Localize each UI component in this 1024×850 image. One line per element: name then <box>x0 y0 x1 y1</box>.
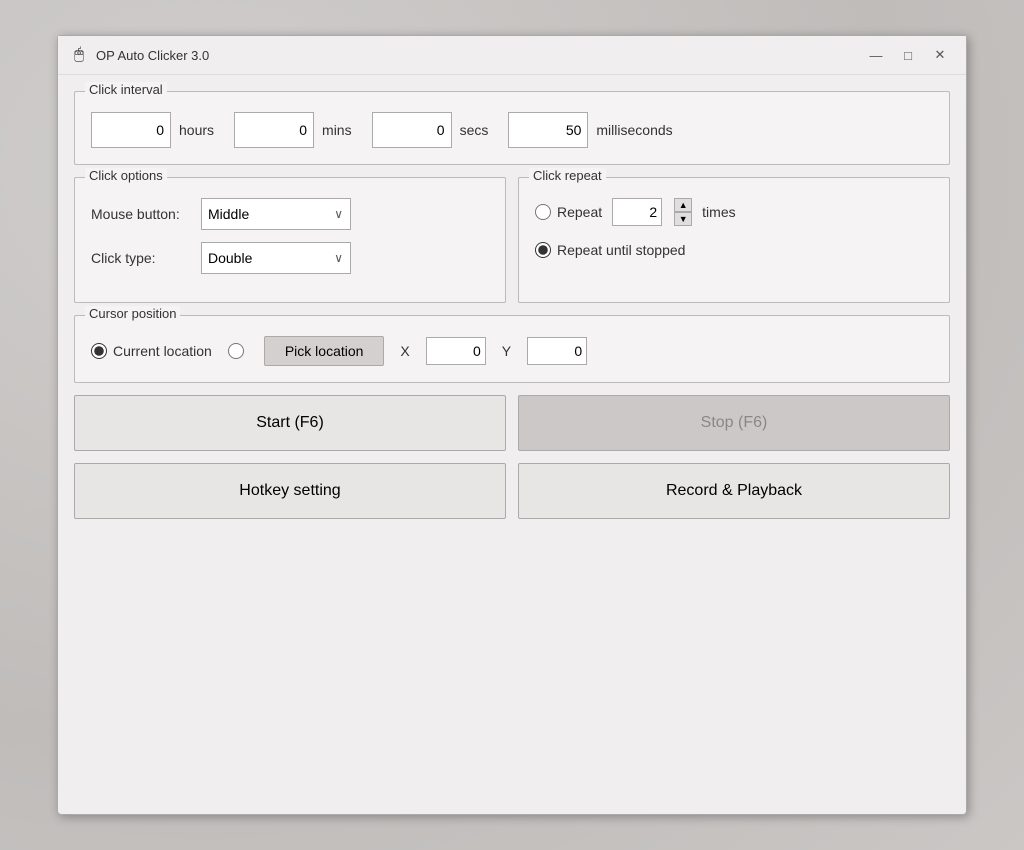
minimize-button[interactable]: — <box>862 44 890 66</box>
start-stop-row: Start (F6) Stop (F6) <box>74 395 950 451</box>
hotkey-record-row: Hotkey setting Record & Playback <box>74 463 950 519</box>
click-type-dropdown-wrapper: Single Double Triple <box>201 242 351 274</box>
spinner: ▲ ▼ <box>674 198 692 226</box>
x-label: X <box>400 343 409 359</box>
secs-label: secs <box>460 122 489 138</box>
stop-button[interactable]: Stop (F6) <box>518 395 950 451</box>
repeat-until-radio[interactable] <box>535 242 551 258</box>
click-type-select[interactable]: Single Double Triple <box>201 242 351 274</box>
repeat-radio[interactable] <box>535 204 551 220</box>
window-controls: — □ ✕ <box>862 44 954 66</box>
repeat-until-radio-label[interactable]: Repeat until stopped <box>535 242 685 258</box>
hours-label: hours <box>179 122 214 138</box>
repeat-until-row: Repeat until stopped <box>535 242 933 258</box>
times-input[interactable] <box>612 198 662 226</box>
window-title: OP Auto Clicker 3.0 <box>96 48 862 63</box>
spin-down-button[interactable]: ▼ <box>674 212 692 226</box>
click-interval-title: Click interval <box>85 82 167 97</box>
ms-label: milliseconds <box>596 122 672 138</box>
mins-input[interactable] <box>234 112 314 148</box>
maximize-button[interactable]: □ <box>894 44 922 66</box>
times-label: times <box>702 204 735 220</box>
main-window: 🖱 OP Auto Clicker 3.0 — □ ✕ Click interv… <box>57 35 967 815</box>
y-input[interactable] <box>527 337 587 365</box>
mouse-button-row: Mouse button: Left Middle Right <box>91 198 489 230</box>
mouse-button-label: Mouse button: <box>91 206 201 222</box>
x-input[interactable] <box>426 337 486 365</box>
mins-label: mins <box>322 122 352 138</box>
cursor-row: Current location Pick location X Y <box>91 336 933 366</box>
app-icon: 🖱 <box>70 46 88 64</box>
repeat-until-label: Repeat until stopped <box>557 242 685 258</box>
hours-input[interactable] <box>91 112 171 148</box>
repeat-label: Repeat <box>557 204 602 220</box>
options-repeat-row: Click options Mouse button: Left Middle … <box>74 177 950 315</box>
interval-row: hours mins secs milliseconds <box>91 112 933 148</box>
repeat-radio-label[interactable]: Repeat <box>535 204 602 220</box>
spin-up-button[interactable]: ▲ <box>674 198 692 212</box>
ms-input[interactable] <box>508 112 588 148</box>
y-label: Y <box>502 343 511 359</box>
hotkey-button[interactable]: Hotkey setting <box>74 463 506 519</box>
record-playback-button[interactable]: Record & Playback <box>518 463 950 519</box>
pick-location-button[interactable]: Pick location <box>264 336 385 366</box>
secs-input[interactable] <box>372 112 452 148</box>
click-options-group: Click options Mouse button: Left Middle … <box>74 177 506 303</box>
mouse-button-select[interactable]: Left Middle Right <box>201 198 351 230</box>
current-location-label[interactable]: Current location <box>91 343 212 359</box>
click-interval-group: Click interval hours mins secs milliseco… <box>74 91 950 165</box>
current-location-text: Current location <box>113 343 212 359</box>
click-options-title: Click options <box>85 168 167 183</box>
click-type-label: Click type: <box>91 250 201 266</box>
start-button[interactable]: Start (F6) <box>74 395 506 451</box>
cursor-position-title: Cursor position <box>85 306 180 321</box>
repeat-row: Repeat ▲ ▼ times <box>535 198 933 226</box>
click-type-row: Click type: Single Double Triple <box>91 242 489 274</box>
cursor-position-group: Cursor position Current location Pick lo… <box>74 315 950 383</box>
main-content: Click interval hours mins secs milliseco… <box>58 75 966 547</box>
current-location-radio[interactable] <box>91 343 107 359</box>
pick-location-radio[interactable] <box>228 343 244 359</box>
click-repeat-group: Click repeat Repeat ▲ ▼ times <box>518 177 950 303</box>
click-repeat-title: Click repeat <box>529 168 606 183</box>
mouse-button-dropdown-wrapper: Left Middle Right <box>201 198 351 230</box>
close-button[interactable]: ✕ <box>926 44 954 66</box>
title-bar: 🖱 OP Auto Clicker 3.0 — □ ✕ <box>58 36 966 75</box>
